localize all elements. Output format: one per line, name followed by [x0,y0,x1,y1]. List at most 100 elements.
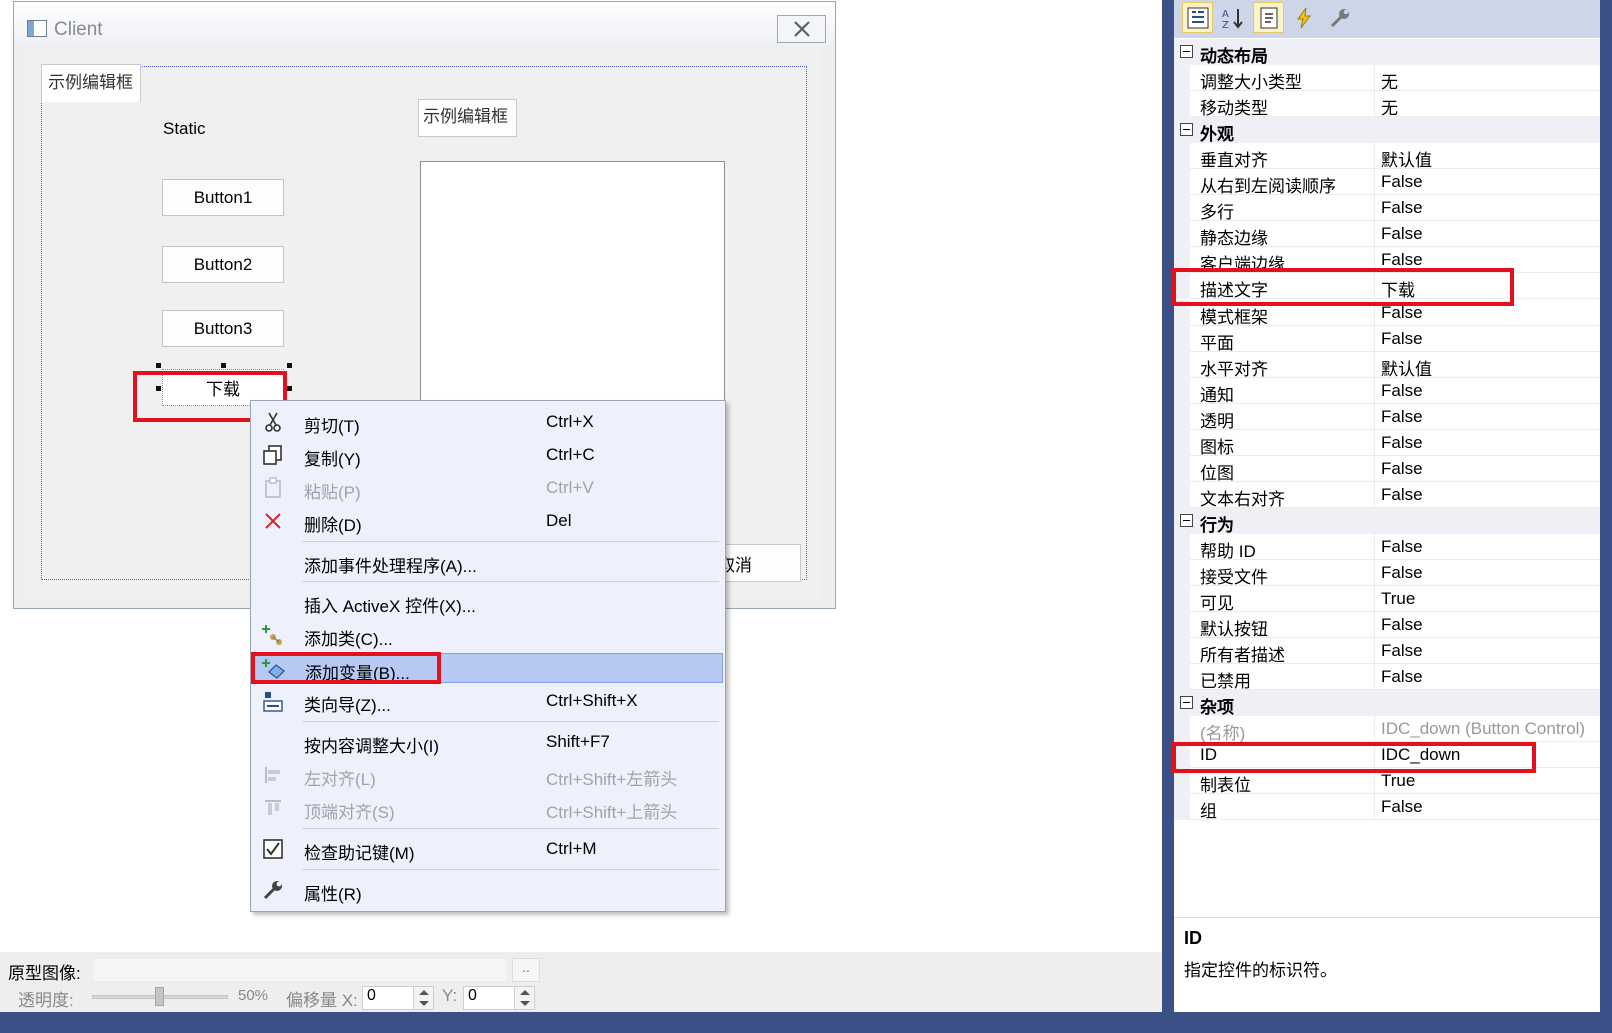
property-value[interactable]: False [1381,224,1596,244]
property-value[interactable]: False [1381,381,1596,401]
menu-item-paste[interactable]: 粘贴(P) Ctrl+V [253,473,723,503]
offset-x-spinner[interactable] [413,986,434,1010]
property-row[interactable]: 所有者描述 False [1174,638,1600,665]
button2[interactable]: Button2 [162,246,284,283]
property-value[interactable]: 默认值 [1381,355,1596,380]
property-value[interactable]: False [1381,459,1596,479]
property-row[interactable]: 位图 False [1174,456,1600,483]
menu-item-insert-activex[interactable]: 插入 ActiveX 控件(X)... [253,587,723,617]
property-value[interactable]: False [1381,172,1596,192]
groupbox-1[interactable]: 示例编辑框 [41,64,141,102]
property-value[interactable]: 默认值 [1381,146,1596,171]
property-value[interactable]: False [1381,250,1596,270]
prototype-image-field[interactable] [92,958,508,982]
property-row[interactable]: 文本右对齐 False [1174,482,1600,509]
categorized-button[interactable] [1182,2,1213,33]
dialog-titlebar[interactable]: Client [14,2,835,46]
browse-button[interactable]: .. [512,958,540,982]
menu-item-delete[interactable]: 删除(D) Del [253,506,723,536]
menu-item-add-class[interactable]: 添加类(C)... [253,620,723,650]
property-value[interactable]: False [1381,537,1596,557]
menu-item-size-to-content[interactable]: 按内容调整大小(I) Shift+F7 [253,727,723,757]
property-category[interactable]: 行为 [1174,508,1600,535]
property-row[interactable]: 水平对齐 默认值 [1174,352,1600,380]
property-value[interactable]: True [1381,771,1596,791]
property-row[interactable]: 调整大小类型 无 [1174,65,1600,93]
property-value[interactable]: False [1381,563,1596,583]
property-row[interactable]: 接受文件 False [1174,560,1600,587]
property-row[interactable]: 垂直对齐 默认值 [1174,143,1600,171]
selection-handle[interactable] [221,363,226,368]
property-value[interactable]: False [1381,485,1596,505]
menu-item-cut[interactable]: 剪切(T) Ctrl+X [253,407,723,437]
property-pages-button[interactable] [1324,2,1355,33]
menu-item-shortcut: Ctrl+Shift+左箭头 [546,770,678,789]
property-value[interactable]: True [1381,589,1596,609]
property-value[interactable]: 无 [1381,68,1596,93]
selection-handle[interactable] [156,363,161,368]
selection-handle[interactable] [287,363,292,368]
property-value[interactable]: False [1381,641,1596,661]
property-row[interactable]: 组 False [1174,794,1600,821]
property-category[interactable]: 杂项 [1174,690,1600,717]
property-category[interactable]: 外观 [1174,117,1600,144]
property-gutter [1174,404,1190,430]
property-value[interactable]: False [1381,303,1596,323]
menu-item-check-mnemonics[interactable]: 检查助记键(M) Ctrl+M [253,834,723,864]
collapse-toggle-icon[interactable] [1180,123,1193,136]
property-value[interactable]: False [1381,797,1596,817]
property-row[interactable]: 从右到左阅读顺序 False [1174,169,1600,196]
property-value[interactable]: IDC_down (Button Control) [1381,719,1596,739]
button1[interactable]: Button1 [162,179,284,216]
selection-handle[interactable] [287,386,292,391]
property-name: 平面 [1200,334,1234,353]
offset-y-spinner[interactable] [514,986,535,1010]
list-box-control[interactable] [420,161,725,437]
property-value[interactable]: False [1381,667,1596,687]
menu-item-add-event-handler[interactable]: 添加事件处理程序(A)... [253,547,723,577]
property-value[interactable]: False [1381,198,1596,218]
property-name: 组 [1200,802,1217,821]
opacity-slider-thumb[interactable] [155,987,164,1006]
property-row[interactable]: 图标 False [1174,430,1600,457]
button3[interactable]: Button3 [162,310,284,347]
category-name: 外观 [1200,125,1234,144]
property-row[interactable]: 可见 True [1174,586,1600,613]
property-category[interactable]: 动态布局 [1174,39,1600,66]
property-name: 水平对齐 [1200,360,1268,379]
property-row[interactable]: 透明 False [1174,404,1600,431]
class-wizard-icon [261,689,285,713]
menu-item-align-left[interactable]: 左对齐(L) Ctrl+Shift+左箭头 [253,760,723,790]
collapse-toggle-icon[interactable] [1180,45,1193,58]
property-row[interactable]: 多行 False [1174,195,1600,222]
property-row[interactable]: 默认按钮 False [1174,612,1600,639]
menu-item-copy[interactable]: 复制(Y) Ctrl+C [253,440,723,470]
property-row[interactable]: 通知 False [1174,378,1600,405]
menu-item-properties[interactable]: 属性(R) [253,875,723,905]
panel-splitter[interactable] [1162,0,1174,1012]
collapse-toggle-icon[interactable] [1180,514,1193,527]
properties-button[interactable] [1253,2,1284,33]
property-name: 接受文件 [1200,568,1268,587]
events-button[interactable] [1288,2,1319,33]
menu-item-class-wizard[interactable]: 类向导(Z)... Ctrl+Shift+X [253,686,723,716]
property-value[interactable]: False [1381,615,1596,635]
property-value[interactable]: False [1381,329,1596,349]
groupbox-2[interactable]: 示例编辑框 [418,99,517,137]
property-row[interactable]: 帮助 ID False [1174,534,1600,561]
property-row[interactable]: 已禁用 False [1174,664,1600,691]
property-value[interactable]: 无 [1381,94,1596,119]
property-value[interactable]: False [1381,407,1596,427]
close-button[interactable] [777,15,826,43]
collapse-toggle-icon[interactable] [1180,696,1193,709]
property-row[interactable]: 静态边缘 False [1174,221,1600,248]
alphabetical-button[interactable]: AZ [1217,2,1248,33]
property-row[interactable]: 平面 False [1174,326,1600,353]
dialog-designer-canvas[interactable]: Client 示例编辑框 示例编辑框 Static Button1 Button… [0,0,1162,950]
property-gutter [1174,534,1190,560]
static-text[interactable]: Static [163,119,206,139]
menu-item-align-top[interactable]: 顶端对齐(S) Ctrl+Shift+上箭头 [253,793,723,823]
property-row[interactable]: 移动类型 无 [1174,91,1600,119]
property-value[interactable]: False [1381,433,1596,453]
property-row[interactable]: (名称) IDC_down (Button Control) [1174,716,1600,743]
